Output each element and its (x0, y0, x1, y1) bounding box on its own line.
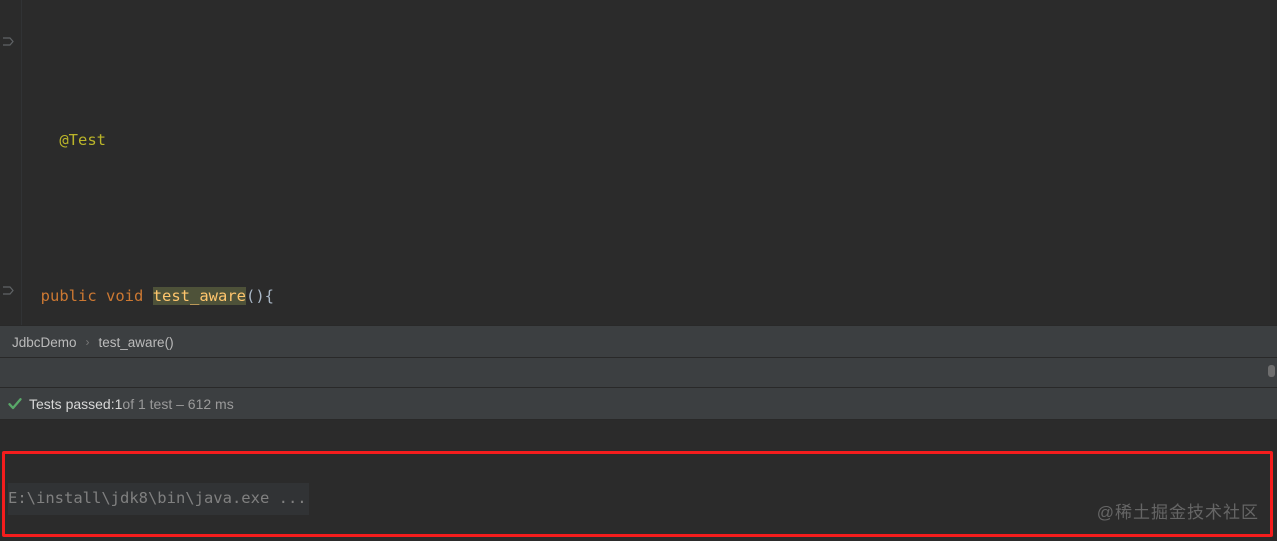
ide-window: @Test public void test_aware(){ Applicat… (0, 0, 1277, 541)
breadcrumb-item-method[interactable]: test_aware() (99, 335, 174, 350)
breadcrumb-item-class[interactable]: JdbcDemo (12, 335, 77, 350)
error-squiggle-underline (22, 87, 1277, 92)
code-content[interactable]: @Test public void test_aware(){ Applicat… (0, 0, 1277, 326)
code-line-method-signature[interactable]: public void test_aware(){ (0, 281, 1277, 312)
console-command-line: E:\install\jdk8\bin\java.exe ... (0, 483, 1277, 515)
code-editor[interactable]: @Test public void test_aware(){ Applicat… (0, 0, 1277, 326)
method-name-test-aware[interactable]: test_aware (152, 286, 247, 305)
java-exe-command: E:\install\jdk8\bin\java.exe ... (8, 483, 309, 515)
code-line-annotation[interactable]: @Test (0, 125, 1277, 156)
annotation-test: @Test (59, 130, 106, 149)
test-status-bar: Tests passed: 1 of 1 test – 612 ms (0, 388, 1277, 420)
console-output[interactable]: E:\install\jdk8\bin\java.exe ... teacher… (0, 420, 1277, 541)
gutter-divider (21, 0, 22, 326)
console-scrollbar-thumb[interactable] (1268, 365, 1275, 377)
keyword-public: public (40, 286, 97, 305)
tests-passed-count: 1 (114, 396, 123, 412)
tests-passed-label: Tests passed: (29, 396, 115, 412)
keyword-void: void (106, 286, 144, 305)
chevron-right-icon: › (85, 335, 90, 349)
method-parens-brace: (){ (246, 286, 275, 305)
breadcrumb[interactable]: JdbcDemo › test_aware() (0, 326, 1277, 358)
run-tool-window[interactable]: Tests passed: 1 of 1 test – 612 ms E:\in… (0, 358, 1277, 541)
green-check-icon (8, 397, 22, 411)
tests-passed-detail: of 1 test – 612 ms (122, 396, 234, 412)
